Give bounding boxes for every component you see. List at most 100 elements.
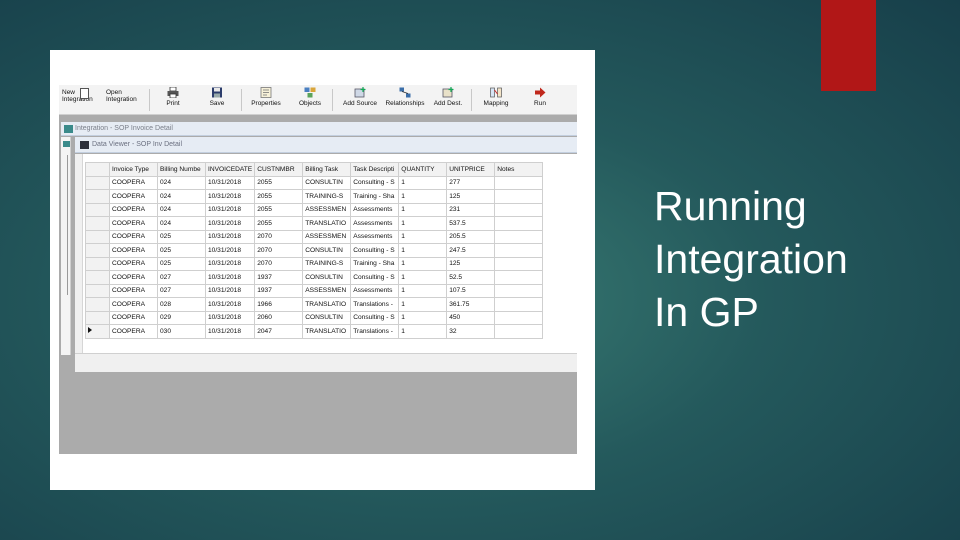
table-row[interactable]: COOPERA 025 10/31/2018 2070 ASSESSMEN Assessm… (85, 229, 544, 244)
table-cell[interactable]: TRAINING-S (302, 189, 352, 204)
table-row[interactable]: COOPERA 024 10/31/2018 2055 ASSESSMEN Assessm… (85, 202, 544, 217)
column-header[interactable]: QUANTITY (398, 162, 448, 177)
table-cell[interactable]: 024 (157, 189, 206, 204)
open-integration-button[interactable]: Open Integration (106, 89, 137, 103)
row-selector[interactable] (85, 189, 110, 204)
table-row[interactable]: COOPERA 025 10/31/2018 2070 TRAINING-S Traini… (85, 256, 544, 271)
table-cell[interactable]: Consulting - S (350, 175, 400, 190)
table-cell[interactable]: 025 (157, 243, 206, 258)
table-cell[interactable]: 52.5 (446, 270, 496, 285)
table-cell[interactable] (494, 243, 544, 258)
row-selector[interactable] (85, 283, 110, 298)
column-header[interactable]: Billing Task (302, 162, 352, 177)
table-cell[interactable]: Consulting - S (350, 270, 400, 285)
table-cell[interactable]: 1937 (254, 283, 304, 298)
table-cell[interactable] (494, 189, 544, 204)
column-header[interactable]: Task Descripti (350, 162, 400, 177)
table-cell[interactable]: COOPERA (109, 256, 158, 271)
run-button[interactable]: Run (530, 87, 550, 113)
column-header[interactable]: Billing Numbe (157, 162, 206, 177)
table-cell[interactable] (494, 202, 544, 217)
table-cell[interactable] (494, 283, 544, 298)
table-cell[interactable]: 1 (398, 229, 448, 244)
column-header[interactable]: CUSTNMBR (254, 162, 304, 177)
table-cell[interactable]: 2070 (254, 229, 304, 244)
table-cell[interactable]: Consulting - S (350, 310, 400, 325)
table-cell[interactable]: COOPERA (109, 297, 158, 312)
table-cell[interactable]: COOPERA (109, 189, 158, 204)
table-cell[interactable]: 10/31/2018 (204, 324, 256, 339)
table-cell[interactable]: 10/31/2018 (204, 310, 256, 325)
table-cell[interactable]: 125 (446, 189, 496, 204)
table-cell[interactable] (494, 270, 544, 285)
table-cell[interactable]: 2047 (254, 324, 304, 339)
column-header[interactable]: INVOICEDATE (204, 162, 256, 177)
table-cell[interactable]: 024 (157, 175, 206, 190)
table-cell[interactable]: CONSULTIN (302, 243, 352, 258)
relationships-button[interactable]: Relationships (382, 87, 428, 113)
table-cell[interactable]: 10/31/2018 (204, 202, 256, 217)
table-row[interactable]: COOPERA 024 10/31/2018 2055 TRANSLATIO Assess… (85, 216, 544, 231)
table-cell[interactable]: 2070 (254, 256, 304, 271)
row-selector[interactable] (85, 175, 110, 190)
table-cell[interactable]: 1 (398, 189, 448, 204)
table-cell[interactable]: CONSULTIN (302, 175, 352, 190)
table-cell[interactable]: 1 (398, 243, 448, 258)
table-cell[interactable]: 1 (398, 283, 448, 298)
table-cell[interactable]: 107.5 (446, 283, 496, 298)
table-row[interactable]: COOPERA 029 10/31/2018 2060 CONSULTIN Consult… (85, 310, 544, 325)
row-selector[interactable] (85, 216, 110, 231)
column-header[interactable]: Notes (494, 162, 544, 177)
table-cell[interactable]: Assessments (350, 229, 400, 244)
table-cell[interactable]: COOPERA (109, 229, 158, 244)
table-cell[interactable] (494, 175, 544, 190)
table-cell[interactable]: Assessments (350, 216, 400, 231)
table-cell[interactable]: COOPERA (109, 216, 158, 231)
table-cell[interactable]: 030 (157, 324, 206, 339)
table-cell[interactable] (494, 310, 544, 325)
table-cell[interactable]: 10/31/2018 (204, 175, 256, 190)
table-cell[interactable]: COOPERA (109, 202, 158, 217)
table-cell[interactable]: TRANSLATIO (302, 324, 352, 339)
table-cell[interactable]: 1937 (254, 270, 304, 285)
table-cell[interactable]: 1 (398, 175, 448, 190)
table-cell[interactable]: 024 (157, 202, 206, 217)
table-cell[interactable] (494, 216, 544, 231)
table-cell[interactable]: CONSULTIN (302, 310, 352, 325)
column-header[interactable]: Invoice Type (109, 162, 158, 177)
table-cell[interactable]: 1 (398, 297, 448, 312)
table-cell[interactable]: 125 (446, 256, 496, 271)
table-cell[interactable]: 32 (446, 324, 496, 339)
add-destination-button[interactable]: Add Dest. (431, 87, 465, 113)
table-cell[interactable]: TRANSLATIO (302, 216, 352, 231)
new-integration-button[interactable]: New Integration (62, 88, 93, 103)
table-cell[interactable]: CONSULTIN (302, 270, 352, 285)
add-source-button[interactable]: Add Source (340, 87, 380, 113)
table-cell[interactable]: Translations - (350, 324, 400, 339)
table-cell[interactable]: 277 (446, 175, 496, 190)
table-cell[interactable]: 027 (157, 270, 206, 285)
integration-window-titlebar[interactable]: Integration - SOP Invoice Detail (61, 122, 577, 136)
table-cell[interactable]: COOPERA (109, 243, 158, 258)
properties-button[interactable]: Properties (249, 87, 283, 113)
table-row[interactable]: COOPERA 030 10/31/2018 2047 TRANSLATIO Transl… (85, 324, 544, 339)
table-cell[interactable]: COOPERA (109, 310, 158, 325)
table-cell[interactable]: 1 (398, 324, 448, 339)
table-row[interactable]: COOPERA 027 10/31/2018 1937 CONSULTIN Consult… (85, 270, 544, 285)
table-cell[interactable]: 2055 (254, 216, 304, 231)
table-cell[interactable]: 247.5 (446, 243, 496, 258)
table-cell[interactable]: 10/31/2018 (204, 229, 256, 244)
table-cell[interactable]: COOPERA (109, 283, 158, 298)
row-selector[interactable] (85, 256, 110, 271)
objects-button[interactable]: Objects (296, 87, 324, 113)
table-cell[interactable]: 2070 (254, 243, 304, 258)
table-cell[interactable]: Training - Sha (350, 189, 400, 204)
table-cell[interactable]: TRANSLATIO (302, 297, 352, 312)
table-cell[interactable] (494, 229, 544, 244)
save-button[interactable]: Save (207, 87, 227, 113)
table-cell[interactable]: Training - Sha (350, 256, 400, 271)
table-cell[interactable]: 2055 (254, 189, 304, 204)
table-cell[interactable] (494, 324, 544, 339)
row-selector[interactable] (85, 297, 110, 312)
table-cell[interactable] (494, 256, 544, 271)
